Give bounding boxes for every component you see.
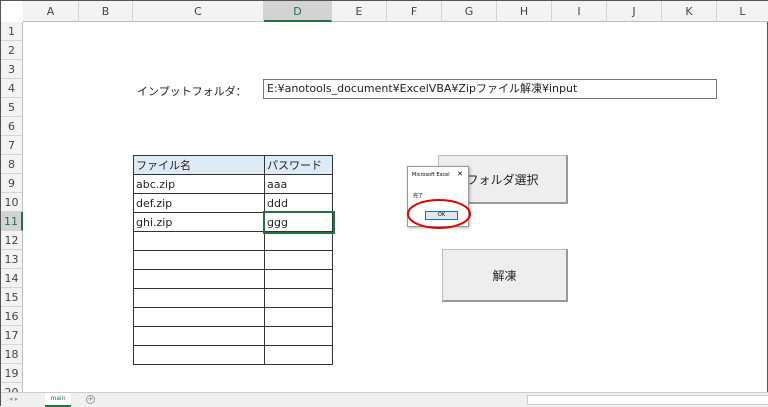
header-password: パスワード (264, 155, 333, 175)
filename-cell[interactable] (133, 345, 265, 365)
table-row: def.zip ddd (133, 193, 333, 213)
filename-cell[interactable] (133, 269, 265, 289)
input-folder-label: インプットフォルダ： (137, 85, 247, 98)
row-header[interactable]: 9 (1, 174, 23, 193)
filename-cell[interactable] (133, 250, 265, 270)
table-row (133, 288, 333, 308)
row-header[interactable]: 11 (1, 212, 23, 231)
close-icon[interactable]: ✕ (457, 170, 463, 178)
filename-cell[interactable] (133, 326, 265, 346)
row-header[interactable]: 15 (1, 288, 23, 307)
header-filename: ファイル名 (133, 155, 265, 175)
row-header[interactable]: 1 (1, 22, 23, 41)
row-header[interactable]: 4 (1, 79, 23, 98)
row-header[interactable]: 19 (1, 364, 23, 383)
column-header[interactable]: D (264, 1, 332, 22)
extract-button[interactable]: 解凍 (442, 249, 568, 302)
password-cell[interactable] (264, 288, 333, 308)
table-row (133, 250, 333, 270)
filename-cell[interactable]: ghi.zip (133, 212, 265, 232)
add-sheet-button[interactable]: + (86, 395, 95, 404)
column-header[interactable]: C (133, 1, 264, 22)
column-header[interactable]: L (717, 1, 768, 22)
sheet-tab-bar: ◂ ▸ main + (1, 392, 768, 407)
row-header[interactable]: 5 (1, 98, 23, 117)
filename-cell[interactable]: abc.zip (133, 174, 265, 194)
row-header[interactable]: 3 (1, 60, 23, 79)
password-cell[interactable] (264, 326, 333, 346)
row-header[interactable]: 16 (1, 307, 23, 326)
dialog-title: Microsoft Excel (412, 172, 450, 178)
filename-cell[interactable]: def.zip (133, 193, 265, 213)
column-header[interactable]: E (332, 1, 387, 22)
input-folder-field[interactable]: E:¥anotools_document¥ExcelVBA¥Zipファイル解凍¥… (263, 79, 717, 99)
column-header[interactable]: K (662, 1, 717, 22)
table-row (133, 231, 333, 251)
row-header[interactable]: 18 (1, 345, 23, 364)
filename-cell[interactable] (133, 288, 265, 308)
row-header[interactable]: 12 (1, 231, 23, 250)
row-header[interactable]: 2 (1, 41, 23, 60)
horizontal-scrollbar[interactable] (527, 395, 768, 405)
table-row: ghi.zip ggg (133, 210, 335, 234)
row-header[interactable]: 10 (1, 193, 23, 212)
column-header[interactable]: H (497, 1, 552, 22)
column-header[interactable]: B (79, 1, 133, 22)
row-header[interactable]: 8 (1, 155, 23, 174)
table-row (133, 345, 333, 365)
row-header[interactable]: 14 (1, 269, 23, 288)
filename-cell[interactable] (133, 307, 265, 327)
password-cell[interactable]: ddd (264, 193, 333, 213)
column-header[interactable]: I (552, 1, 607, 22)
column-header[interactable]: A (23, 1, 79, 22)
password-cell[interactable]: aaa (264, 174, 333, 194)
table-row: abc.zip aaa (133, 174, 333, 194)
highlight-ellipse (407, 199, 471, 229)
filename-cell[interactable] (133, 231, 265, 251)
password-cell[interactable] (264, 269, 333, 289)
file-password-table: ファイル名 パスワード abc.zip aaa def.zip ddd ghi.zip gg… (133, 155, 335, 365)
password-cell[interactable] (264, 345, 333, 365)
table-row (133, 326, 333, 346)
row-header[interactable]: 6 (1, 117, 23, 136)
password-cell[interactable] (264, 307, 333, 327)
row-header[interactable]: 13 (1, 250, 23, 269)
column-header[interactable]: J (607, 1, 662, 22)
password-cell[interactable] (264, 231, 333, 251)
row-header[interactable]: 7 (1, 136, 23, 155)
row-header[interactable]: 17 (1, 326, 23, 345)
scroll-tabs-icon[interactable]: ◂ ▸ (9, 395, 18, 403)
column-header[interactable]: G (442, 1, 497, 22)
password-cell[interactable] (264, 250, 333, 270)
sheet-tab-main[interactable]: main (45, 393, 71, 407)
column-header[interactable]: F (387, 1, 442, 22)
table-row (133, 269, 333, 289)
table-row (133, 307, 333, 327)
password-cell[interactable]: ggg (262, 210, 335, 234)
